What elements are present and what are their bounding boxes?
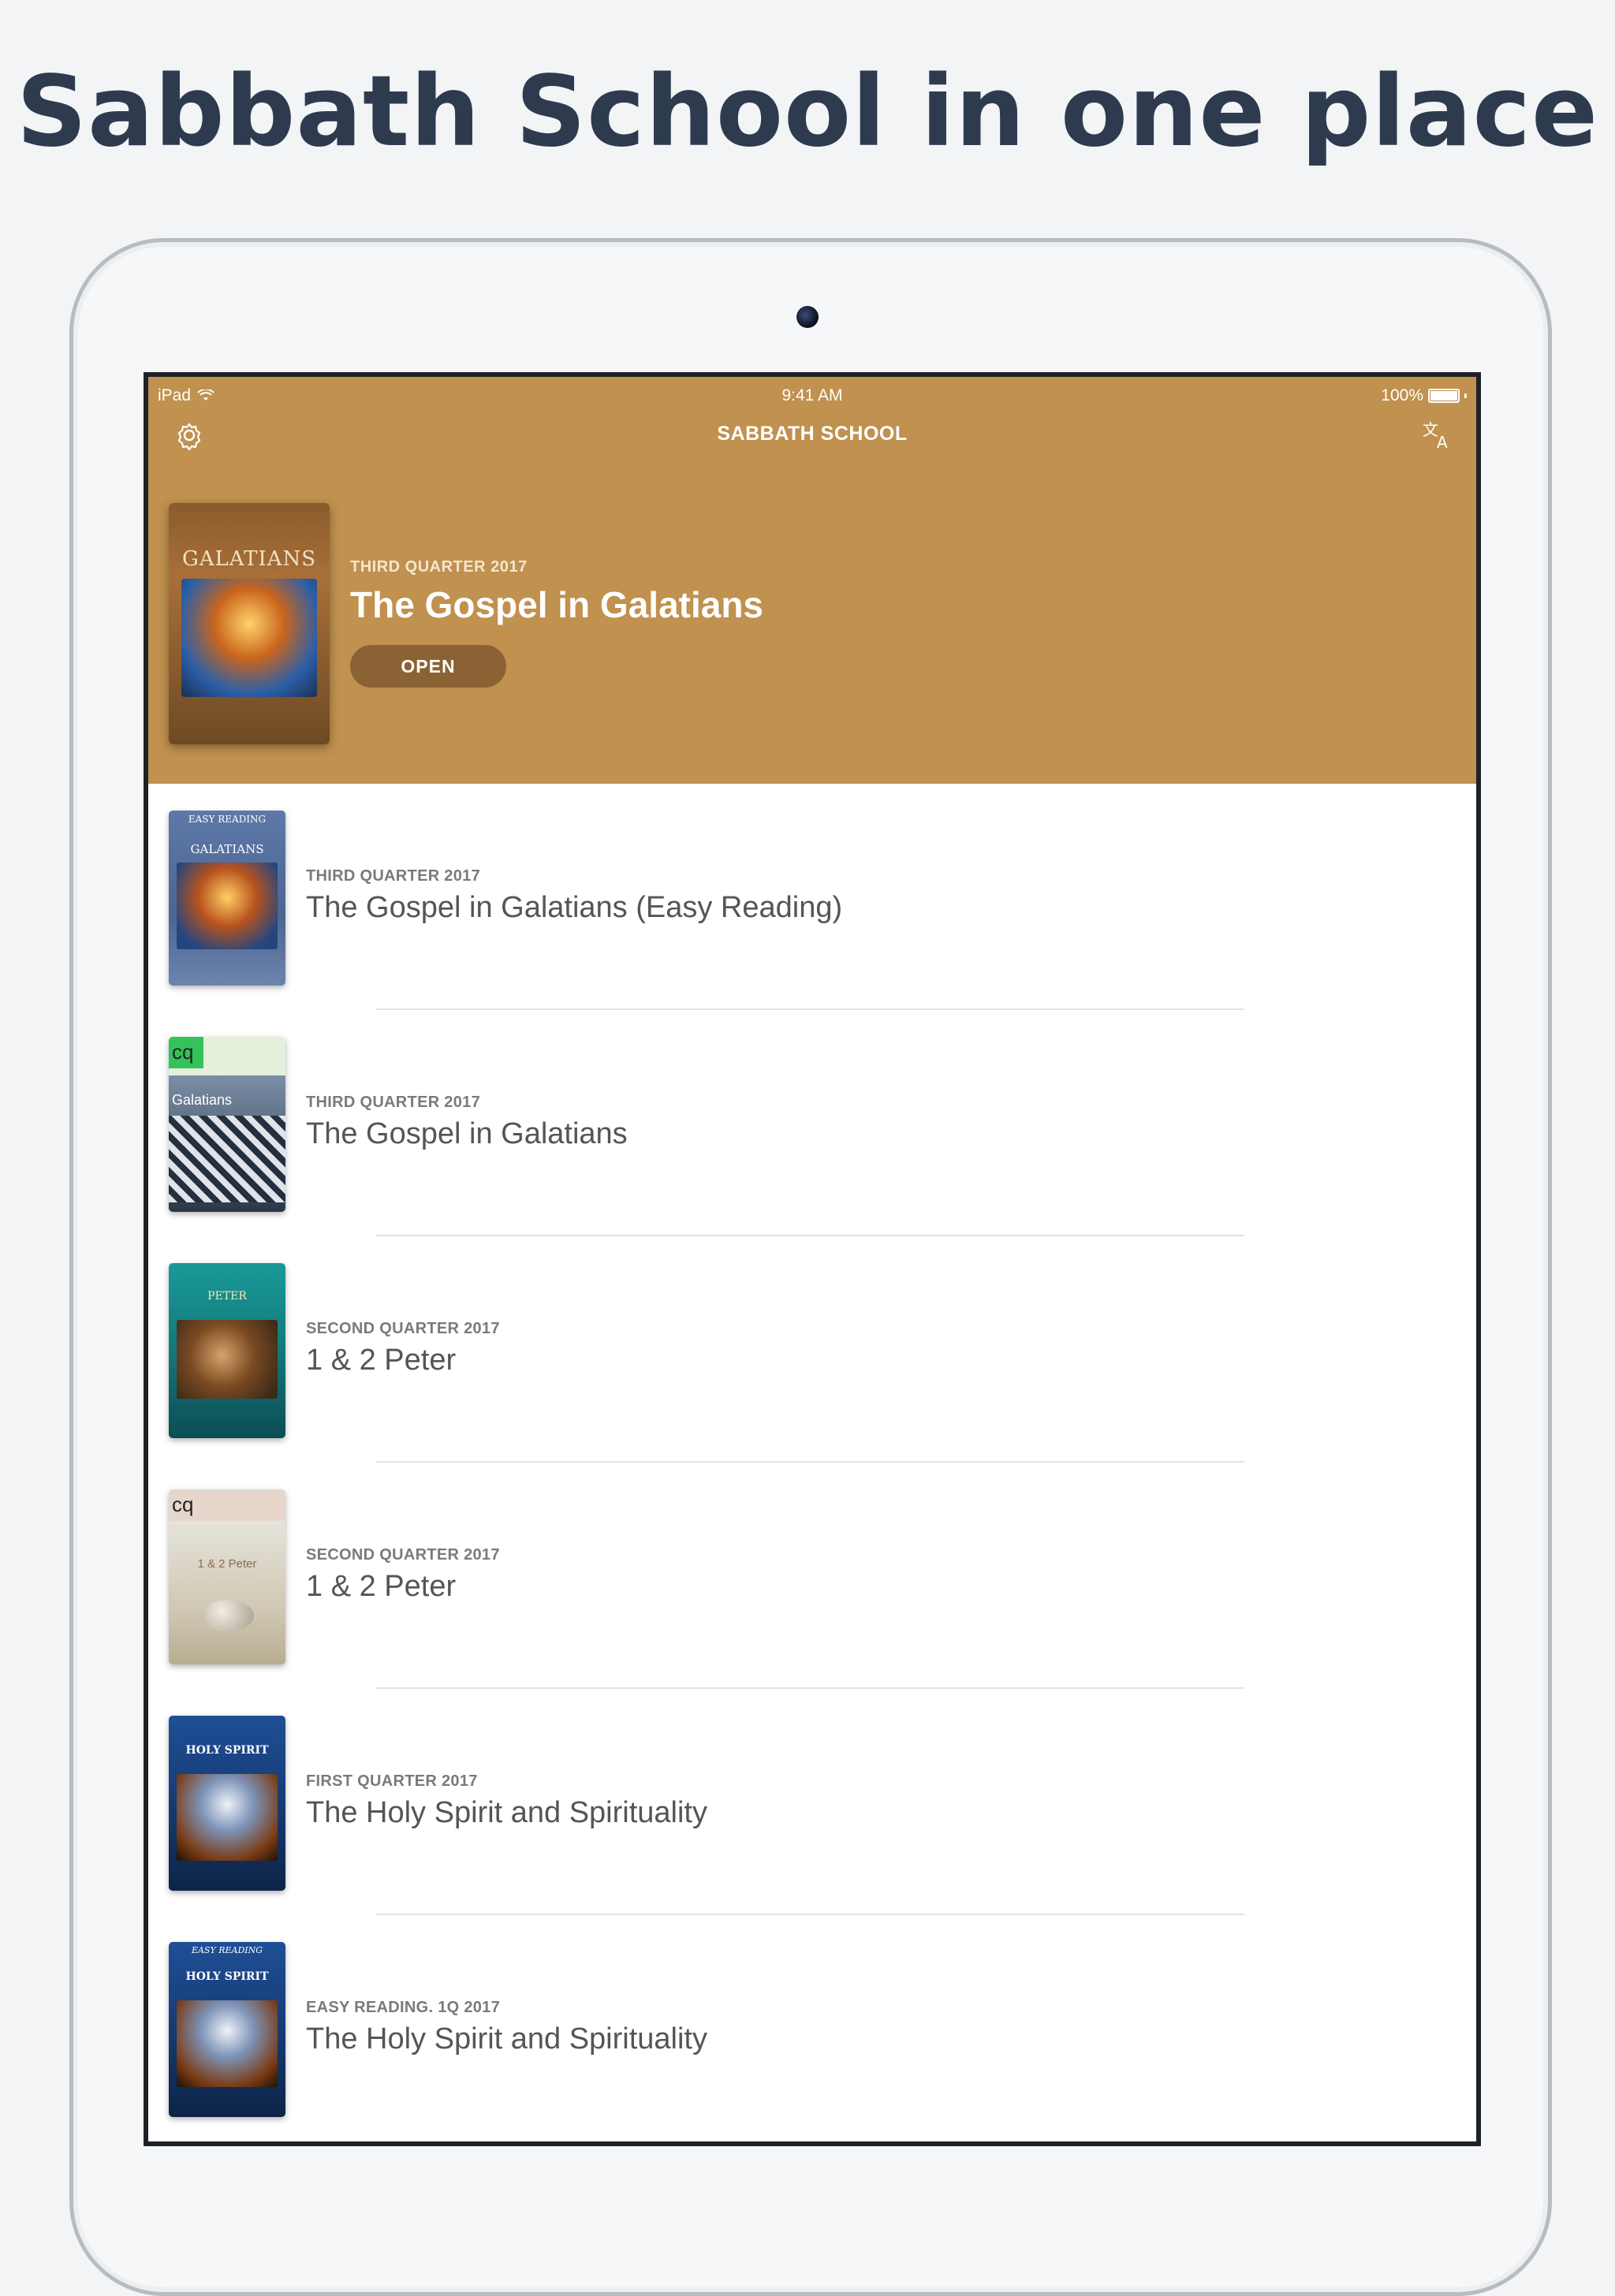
lesson-quarter: SECOND QUARTER 2017: [306, 1546, 500, 1564]
lesson-quarter: THIRD QUARTER 2017: [306, 1094, 480, 1111]
lesson-title: The Gospel in Galatians: [306, 1117, 628, 1150]
cover-art: [177, 1320, 278, 1399]
cover-title: 1 & 2 Peter: [197, 1557, 257, 1571]
cover-art: [169, 1116, 285, 1202]
featured-quarter: THIRD QUARTER 2017: [350, 558, 528, 576]
lesson-cover: HOLY SPIRIT: [169, 1716, 285, 1891]
lesson-title: 1 & 2 Peter: [306, 1344, 457, 1377]
cover-title: PETER: [207, 1290, 247, 1303]
cover-title: HOLY SPIRIT: [185, 1970, 269, 1983]
cover-top-label: EASY READING: [191, 1945, 263, 1955]
lesson-cover: EASY READING HOLY SPIRIT: [169, 1942, 285, 2117]
featured-cover-art: [181, 579, 317, 697]
lesson-title: The Holy Spirit and Spirituality: [306, 1796, 707, 1829]
svg-text:文: 文: [1423, 420, 1438, 439]
cover-art: [177, 863, 278, 949]
lesson-row[interactable]: EASY READING GALATIANS THIRD QUARTER 201…: [148, 784, 1476, 1010]
cover-top-label: cq: [172, 1040, 194, 1064]
cover-title: GALATIANS: [190, 842, 264, 856]
cover-art: [177, 1774, 278, 1861]
featured-cover-title: GALATIANS: [181, 547, 317, 571]
cover-top-label: cq: [172, 1493, 194, 1516]
camera-lens: [796, 306, 819, 328]
lesson-quarter: SECOND QUARTER 2017: [306, 1320, 500, 1337]
lesson-cover: EASY READING GALATIANS: [169, 811, 285, 986]
lesson-cover: PETER: [169, 1263, 285, 1438]
navbar-title: SABBATH SCHOOL: [717, 423, 908, 445]
lesson-quarter: EASY READING. 1Q 2017: [306, 1999, 501, 2016]
lesson-quarter: FIRST QUARTER 2017: [306, 1772, 478, 1790]
cover-title: HOLY SPIRIT: [185, 1744, 269, 1757]
featured-hero: iPad 9:41 AM 100% SABBATH SCHOOL 文 A GAL…: [148, 377, 1476, 784]
lesson-row[interactable]: HOLY SPIRIT FIRST QUARTER 2017 The Holy …: [148, 1689, 1476, 1915]
lesson-title: The Gospel in Galatians (Easy Reading): [306, 891, 843, 924]
lesson-title: The Holy Spirit and Spirituality: [306, 2022, 707, 2056]
open-button[interactable]: OPEN: [350, 645, 506, 688]
battery-icon: [1428, 389, 1460, 403]
lesson-cover: cq Galatians: [169, 1037, 285, 1212]
battery-tip: [1464, 393, 1467, 398]
cover-top-label: EASY READING: [188, 814, 267, 825]
promo-headline: Sabbath School in one place: [16, 55, 1599, 169]
status-bar: iPad 9:41 AM 100%: [148, 377, 1476, 412]
lesson-row[interactable]: EASY READING HOLY SPIRIT EASY READING. 1…: [148, 1915, 1476, 2141]
cover-art: [177, 2000, 278, 2087]
status-time: 9:41 AM: [781, 386, 843, 404]
featured-cover-image[interactable]: GALATIANS: [169, 503, 330, 744]
translate-icon[interactable]: 文 A: [1419, 418, 1454, 453]
lesson-quarter: THIRD QUARTER 2017: [306, 867, 480, 885]
battery-percent: 100%: [1381, 386, 1423, 404]
cover-art: [200, 1600, 254, 1631]
cover-title: Galatians: [172, 1092, 233, 1108]
app-screen: iPad 9:41 AM 100% SABBATH SCHOOL 文 A GAL…: [144, 372, 1481, 2146]
lesson-row[interactable]: PETER SECOND QUARTER 2017 1 & 2 Peter: [148, 1236, 1476, 1463]
svg-text:A: A: [1437, 433, 1448, 452]
featured-title: The Gospel in Galatians: [350, 584, 764, 625]
lesson-row[interactable]: cq Galatians THIRD QUARTER 2017 The Gosp…: [148, 1010, 1476, 1236]
lesson-row[interactable]: cq 1 & 2 Peter SECOND QUARTER 2017 1 & 2…: [148, 1463, 1476, 1689]
lesson-cover: cq 1 & 2 Peter: [169, 1489, 285, 1664]
lesson-title: 1 & 2 Peter: [306, 1570, 457, 1603]
